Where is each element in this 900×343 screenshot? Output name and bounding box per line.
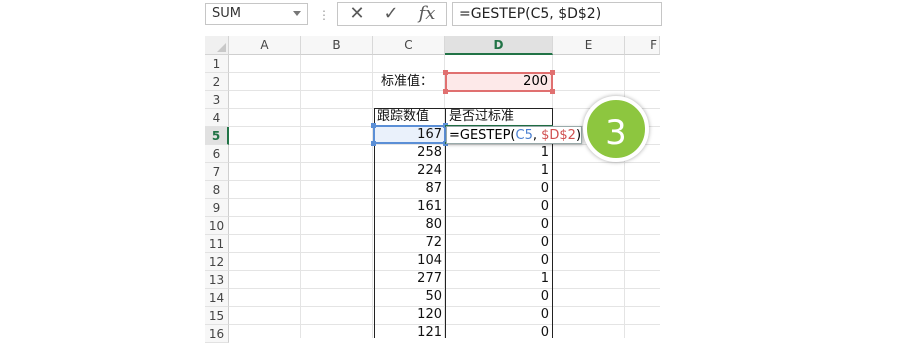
formula-suffix: ) <box>575 128 582 143</box>
column-header-f[interactable]: F <box>625 36 660 55</box>
reference-handle <box>550 89 555 94</box>
table-row-value[interactable]: 72 <box>375 234 445 252</box>
table-row-result[interactable]: 0 <box>446 234 552 252</box>
table-row-result[interactable]: 0 <box>446 216 552 234</box>
table-row-value[interactable]: 121 <box>375 324 445 342</box>
table-row-result[interactable]: 1 <box>446 162 552 180</box>
column-header-a[interactable]: A <box>229 36 301 55</box>
table-row-value[interactable]: 224 <box>375 162 445 180</box>
formula-bar-grip-icon: ⋮ <box>318 8 330 22</box>
reference-handle <box>443 70 448 75</box>
select-all-icon <box>217 43 226 52</box>
enter-icon[interactable]: ✓ <box>378 3 404 25</box>
table-header-values[interactable]: 跟踪数值 <box>374 108 445 126</box>
table-row-value[interactable]: 80 <box>375 216 445 234</box>
column-header-e[interactable]: E <box>553 36 625 55</box>
table-row-result[interactable]: 0 <box>446 180 552 198</box>
formula-input[interactable]: =GESTEP(C5, $D$2) <box>452 2 662 26</box>
formula-ref-c5: C5 <box>515 128 533 143</box>
table-row-result[interactable]: 1 <box>446 270 552 288</box>
column-header-d[interactable]: D <box>445 36 553 55</box>
table-row-value[interactable]: 161 <box>375 198 445 216</box>
insert-function-icon[interactable]: fx <box>412 3 442 25</box>
row-header-5[interactable]: 5 <box>205 127 229 145</box>
row-header-12[interactable]: 12 <box>205 253 229 271</box>
table-header-result[interactable]: 是否过标准 <box>446 108 552 126</box>
row-header-10[interactable]: 10 <box>205 217 229 235</box>
formula-ref-d2: $D$2 <box>541 128 576 143</box>
table-row-result[interactable]: 0 <box>446 252 552 270</box>
table-row-value[interactable]: 104 <box>375 252 445 270</box>
table-row-value[interactable]: 167 <box>375 126 445 144</box>
table-row-result[interactable]: 0 <box>446 324 552 342</box>
threshold-label[interactable]: 标准值： <box>378 73 444 91</box>
name-box-value: SUM <box>212 6 241 21</box>
table-row-value[interactable]: 277 <box>375 270 445 288</box>
table-row-value[interactable]: 120 <box>375 306 445 324</box>
row-header-8[interactable]: 8 <box>205 181 229 199</box>
gridline <box>372 55 373 338</box>
row-header-4[interactable]: 4 <box>205 109 229 127</box>
formula-separator: , <box>532 128 542 143</box>
chevron-down-icon[interactable] <box>293 11 301 16</box>
row-header-15[interactable]: 15 <box>205 307 229 325</box>
table-row-value[interactable]: 50 <box>375 288 445 306</box>
table-row-result[interactable]: 0 <box>446 198 552 216</box>
step-number-badge: 3 <box>583 96 649 162</box>
threshold-cell[interactable]: 200 <box>445 72 553 92</box>
row-header-3[interactable]: 3 <box>205 91 229 109</box>
row-header-11[interactable]: 11 <box>205 235 229 253</box>
formula-prefix: =GESTEP( <box>449 128 516 143</box>
row-header-7[interactable]: 7 <box>205 163 229 181</box>
row-header-6[interactable]: 6 <box>205 145 229 163</box>
reference-handle <box>550 70 555 75</box>
table-row-result[interactable]: 0 <box>446 306 552 324</box>
row-header-14[interactable]: 14 <box>205 289 229 307</box>
column-header-b[interactable]: B <box>301 36 373 55</box>
table-row-value[interactable]: 87 <box>375 180 445 198</box>
name-box[interactable]: SUM <box>205 3 308 25</box>
row-header-2[interactable]: 2 <box>205 73 229 91</box>
row-header-13[interactable]: 13 <box>205 271 229 289</box>
column-header-c[interactable]: C <box>373 36 445 55</box>
row-header-16[interactable]: 16 <box>205 325 229 343</box>
table-row-result[interactable]: 1 <box>446 144 552 162</box>
cell-edit-formula[interactable]: =GESTEP(C5, $D$2) <box>446 126 583 144</box>
gridline <box>300 55 301 338</box>
table-row-result[interactable]: 0 <box>446 288 552 306</box>
cancel-icon[interactable]: ✕ <box>344 3 370 25</box>
row-header-1[interactable]: 1 <box>205 55 229 73</box>
formula-bar-buttons: ✕ ✓ fx <box>337 2 447 26</box>
select-all-button[interactable] <box>205 36 229 55</box>
row-header-9[interactable]: 9 <box>205 199 229 217</box>
reference-handle <box>443 89 448 94</box>
table-row-value[interactable]: 258 <box>375 144 445 162</box>
